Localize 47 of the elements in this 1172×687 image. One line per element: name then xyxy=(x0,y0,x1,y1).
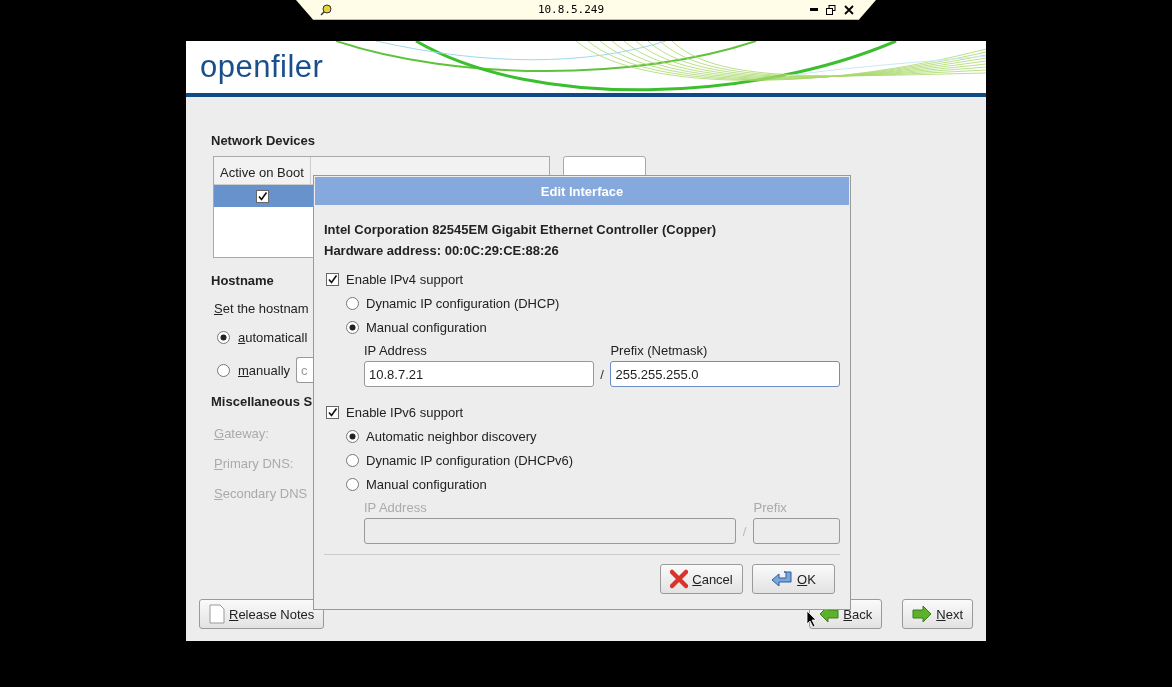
checkbox[interactable] xyxy=(255,189,269,203)
logo: openfiler xyxy=(200,49,324,85)
dialog-title: Edit Interface xyxy=(315,177,849,205)
document-icon xyxy=(209,604,225,624)
arrow-right-icon xyxy=(912,605,933,623)
radio-button[interactable] xyxy=(217,363,230,377)
ok-button[interactable]: OK xyxy=(752,564,835,594)
restore-icon[interactable] xyxy=(826,4,836,15)
close-icon[interactable] xyxy=(844,4,854,15)
slash-separator: / xyxy=(599,366,605,382)
radio-button[interactable] xyxy=(346,320,359,334)
return-arrow-icon xyxy=(771,570,794,588)
section-heading: Hostname xyxy=(211,272,274,290)
next-button[interactable]: Next xyxy=(902,599,973,629)
slash-separator: / xyxy=(741,523,748,539)
field-label: IP Address xyxy=(364,342,428,358)
radio-label: automaticall xyxy=(238,329,308,345)
pin-icon xyxy=(320,3,332,16)
notes-button[interactable]: Release Notes xyxy=(199,599,325,629)
cursor-icon xyxy=(806,610,818,628)
field-label: IP Address xyxy=(364,499,428,515)
field-label: Prefix xyxy=(753,499,788,515)
device-name: Intel Corporation 82545EM Gigabit Ethernet Controller (Copper) xyxy=(324,221,718,239)
cancel-button[interactable]: Cancel xyxy=(660,564,743,594)
checkbox-label: Enable IPv4 support xyxy=(346,271,464,287)
viewer-title: 10.8.5.249 xyxy=(536,3,606,16)
radio-label: Manual configuration xyxy=(366,476,487,492)
radio-button[interactable] xyxy=(217,330,230,344)
ip-address-field[interactable]: 10.8.7.21 xyxy=(364,361,594,387)
hostname-description: Set the hostnam xyxy=(214,300,309,318)
radio-label: manually xyxy=(238,362,291,378)
field-label: Gateway: xyxy=(214,425,269,443)
section-heading: Network Devices xyxy=(211,132,316,150)
radio-label: Manual configuration xyxy=(366,319,487,335)
radio-label: Dynamic IP configuration (DHCP) xyxy=(366,295,560,311)
section-heading: Miscellaneous S xyxy=(211,393,313,411)
field-label: Secondary DNS xyxy=(214,485,308,503)
cross-icon xyxy=(670,569,689,589)
field-label: Primary DNS: xyxy=(214,455,294,473)
checkbox[interactable] xyxy=(326,272,339,286)
radio-label: Automatic neighbor discovery xyxy=(366,428,537,444)
radio-button[interactable] xyxy=(346,296,359,310)
field-label: Prefix (Netmask) xyxy=(610,342,709,358)
hardware-address: Hardware address: 00:0C:29:CE:88:26 xyxy=(324,242,560,260)
checkbox-label: Enable IPv6 support xyxy=(346,404,464,420)
radio-label: Dynamic IP configuration (DHCPv6) xyxy=(366,452,574,468)
prefix-field[interactable]: 255.255.255.0 xyxy=(610,361,840,387)
